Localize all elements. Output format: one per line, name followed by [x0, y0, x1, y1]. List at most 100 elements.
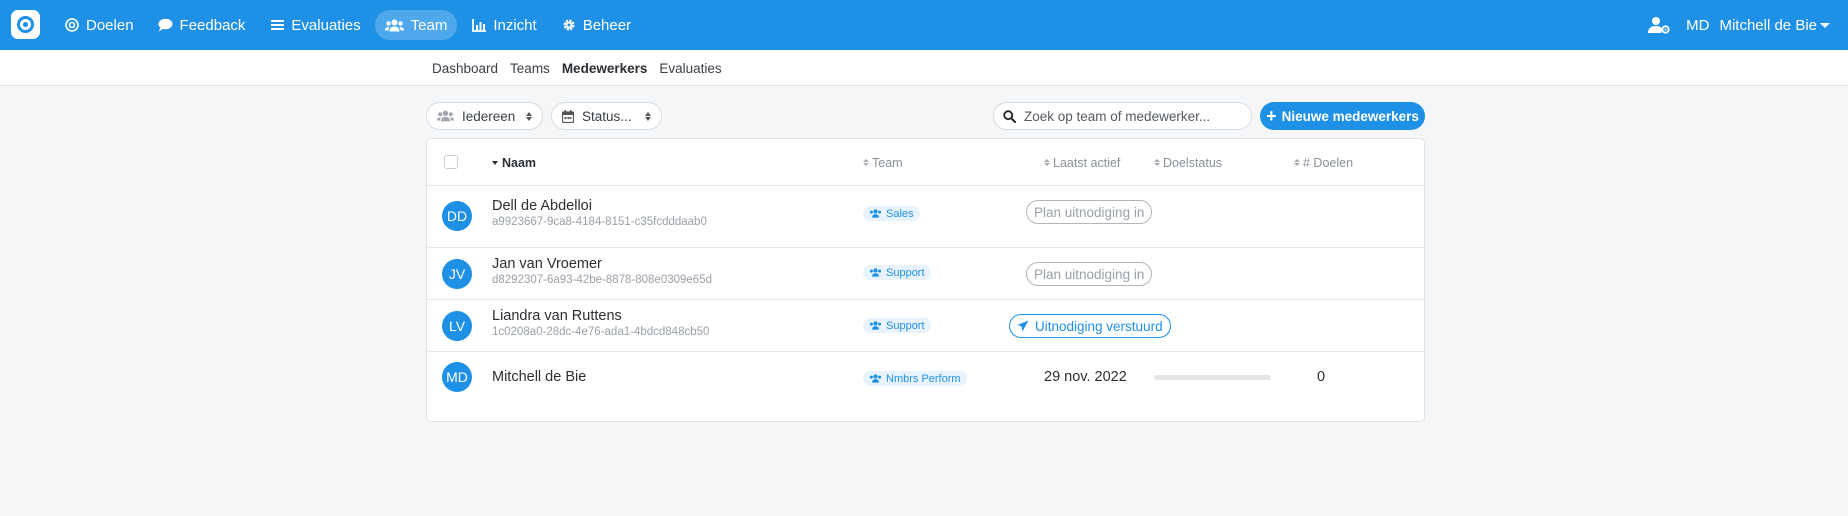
gear-icon: [561, 17, 577, 33]
paper-plane-icon: [1017, 320, 1029, 332]
users-icon: [869, 374, 882, 383]
employees-table: Naam Team Laatst actief Doelstatus # Doe…: [426, 138, 1425, 422]
users-icon: [437, 110, 454, 122]
nav-item-inzicht[interactable]: Inzicht: [461, 10, 546, 40]
last-active-date: 29 nov. 2022: [1044, 369, 1127, 385]
chart-icon: [471, 17, 487, 33]
new-employees-label: Nieuwe medewerkers: [1281, 108, 1419, 124]
goal-progress-bar: [1154, 375, 1271, 380]
users-icon: [869, 321, 882, 330]
column-header-laatst-actief[interactable]: Laatst actief: [1044, 139, 1120, 186]
main-nav: Doelen Feedback Evaluaties Team Inzicht: [54, 10, 645, 40]
column-header-doelen[interactable]: # Doelen: [1294, 139, 1353, 186]
nav-item-team[interactable]: Team: [374, 10, 458, 40]
team-badge[interactable]: Nmbrs Perform: [863, 371, 967, 386]
column-header-naam[interactable]: Naam: [492, 139, 536, 186]
user-area: MD Mitchell de Bie: [1648, 10, 1830, 40]
team-badge-label: Nmbrs Perform: [886, 372, 961, 385]
sort-icon: [1294, 159, 1300, 166]
new-employees-button[interactable]: + Nieuwe medewerkers: [1260, 102, 1425, 130]
column-header-label: Naam: [502, 155, 537, 170]
user-initials: MD: [1686, 16, 1710, 34]
top-navbar: Doelen Feedback Evaluaties Team Inzicht: [0, 0, 1848, 50]
invitation-sent-button[interactable]: Uitnodiging verstuurd: [1009, 314, 1171, 338]
subnav-evaluaties[interactable]: Evaluaties: [659, 61, 721, 76]
nav-item-label: Doelen: [86, 16, 134, 34]
target-icon: [64, 17, 80, 33]
goals-count: 0: [1317, 369, 1326, 385]
column-header-label: Team: [872, 155, 903, 170]
avatar: LV: [442, 311, 472, 341]
avatar: MD: [442, 362, 472, 392]
nav-item-label: Beheer: [582, 16, 632, 34]
status-filter-value: Status...: [582, 108, 632, 124]
user-menu[interactable]: Mitchell de Bie: [1719, 17, 1830, 34]
users-icon: [869, 268, 882, 277]
table-row[interactable]: JV Jan van Vroemer d8292307-6a93-42be-88…: [427, 248, 1424, 300]
employee-name[interactable]: Dell de Abdelloi: [492, 198, 592, 214]
plan-invite-button[interactable]: Plan uitnodiging in: [1026, 200, 1153, 224]
team-badge[interactable]: Sales: [863, 206, 920, 221]
table-row[interactable]: DD Dell de Abdelloi a9923667-9ca8-4184-8…: [427, 186, 1424, 248]
employee-name[interactable]: Liandra van Ruttens: [492, 308, 622, 324]
users-icon: [869, 209, 882, 218]
avatar: DD: [442, 201, 472, 231]
sort-desc-icon: [492, 160, 498, 165]
app-logo[interactable]: [11, 10, 40, 39]
avatar: JV: [442, 259, 472, 289]
column-header-label: # Doelen: [1303, 155, 1354, 170]
employee-id: a9923667-9ca8-4184-8151-c35fcdddaab0: [492, 216, 707, 228]
subnav-dashboard[interactable]: Dashboard: [432, 61, 498, 76]
nav-item-label: Feedback: [179, 16, 246, 34]
employee-name[interactable]: Mitchell de Bie: [492, 369, 586, 385]
select-arrows-icon: [526, 111, 532, 121]
column-header-label: Laatst actief: [1053, 155, 1121, 170]
column-header-label: Doelstatus: [1163, 155, 1223, 170]
sort-icon: [863, 159, 869, 166]
search-icon: [1003, 109, 1016, 123]
sort-icon: [1044, 159, 1050, 166]
table-header: Naam Team Laatst actief Doelstatus # Doe…: [427, 139, 1424, 186]
plan-invite-button[interactable]: Plan uitnodiging in: [1026, 262, 1153, 286]
column-header-team[interactable]: Team: [863, 139, 903, 186]
scope-filter-value: Iedereen: [462, 108, 516, 124]
table-row[interactable]: MD Mitchell de Bie Nmbrs Perform 29 nov.…: [427, 352, 1424, 421]
team-badge-label: Support: [886, 319, 925, 332]
nav-item-doelen[interactable]: Doelen: [54, 10, 144, 40]
user-name: Mitchell de Bie: [1719, 16, 1817, 34]
table-row[interactable]: LV Liandra van Ruttens 1c0208a0-28dc-4e7…: [427, 300, 1424, 352]
team-badge-label: Sales: [886, 207, 914, 220]
subnav-medewerkers[interactable]: Medewerkers: [562, 61, 648, 76]
plus-icon: +: [1266, 106, 1277, 126]
calendar-icon: [562, 109, 574, 123]
employee-id: d8292307-6a93-42be-8878-808e0309e65d: [492, 274, 712, 286]
team-badge[interactable]: Support: [863, 318, 931, 333]
nav-item-label: Inzicht: [493, 16, 537, 34]
team-badge[interactable]: Support: [863, 265, 931, 280]
employee-id: 1c0208a0-28dc-4e76-ada1-4bdcd848cb50: [492, 326, 710, 338]
nav-item-beheer[interactable]: Beheer: [551, 10, 641, 40]
sub-navbar: Dashboard Teams Medewerkers Evaluaties: [0, 50, 1848, 86]
user-settings-icon[interactable]: [1648, 16, 1670, 34]
select-arrows-icon: [645, 111, 651, 121]
search-input[interactable]: [1024, 108, 1244, 124]
column-header-doelstatus[interactable]: Doelstatus: [1154, 139, 1222, 186]
chat-icon: [158, 17, 174, 33]
select-all-checkbox[interactable]: [444, 155, 458, 169]
logo-icon: [17, 16, 34, 33]
nav-item-evaluaties[interactable]: Evaluaties: [259, 10, 370, 40]
status-filter-select[interactable]: Status...: [551, 102, 662, 130]
employee-name[interactable]: Jan van Vroemer: [492, 256, 602, 272]
nav-item-label: Team: [410, 16, 448, 34]
search-box: [993, 102, 1252, 130]
users-icon: [385, 17, 405, 33]
plan-invite-label: Plan uitnodiging in: [1034, 204, 1145, 220]
nav-item-feedback[interactable]: Feedback: [148, 10, 256, 40]
sort-icon: [1154, 159, 1160, 166]
subnav-teams[interactable]: Teams: [510, 61, 550, 76]
list-icon: [269, 17, 285, 33]
scope-filter-select[interactable]: Iedereen: [426, 102, 543, 130]
chevron-down-icon: [1820, 23, 1830, 29]
invitation-sent-label: Uitnodiging verstuurd: [1035, 318, 1163, 334]
team-badge-label: Support: [886, 266, 925, 279]
